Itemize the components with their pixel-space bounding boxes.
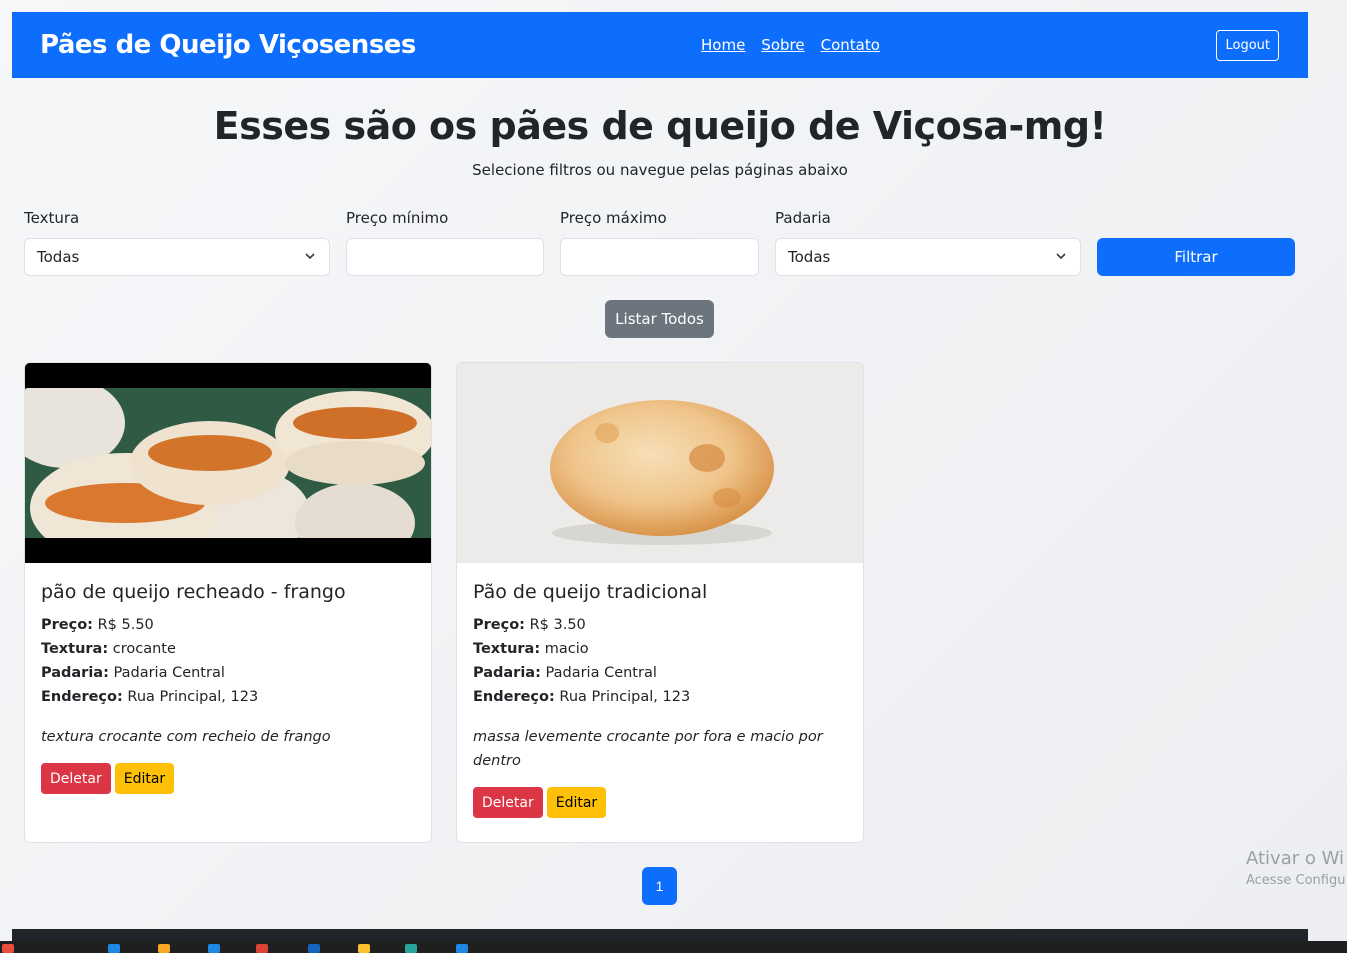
product-image bbox=[457, 363, 863, 563]
product-card: Pão de queijo tradicional Preço: R$ 3.50… bbox=[456, 362, 864, 843]
edit-button[interactable]: Editar bbox=[114, 763, 175, 794]
taskbar-app-icon[interactable] bbox=[358, 944, 370, 953]
nav-link-contato[interactable]: Contato bbox=[821, 36, 880, 54]
nav-link-sobre[interactable]: Sobre bbox=[761, 36, 804, 54]
nav-link-home[interactable]: Home bbox=[701, 36, 745, 54]
taskbar-app-icon[interactable] bbox=[108, 944, 120, 953]
bakery-select[interactable]: Todas bbox=[775, 238, 1081, 276]
product-price: R$ 5.50 bbox=[97, 617, 154, 633]
product-price: R$ 3.50 bbox=[529, 617, 586, 633]
pagination-page-1[interactable]: 1 bbox=[642, 867, 677, 905]
address-label: Endereço: bbox=[41, 689, 123, 705]
bakery-select-value: Todas bbox=[788, 248, 831, 266]
product-texture: crocante bbox=[112, 641, 176, 657]
vscode-icon[interactable] bbox=[308, 944, 320, 953]
product-card: pão de queijo recheado - frango Preço: R… bbox=[24, 362, 432, 843]
nav-links: Home Sobre Contato bbox=[701, 12, 880, 78]
product-title: Pão de queijo tradicional bbox=[473, 581, 708, 603]
product-image bbox=[25, 363, 431, 563]
max-price-input[interactable] bbox=[560, 238, 759, 276]
os-taskbar bbox=[0, 941, 1347, 953]
texture-label: Textura: bbox=[473, 641, 541, 657]
list-all-button[interactable]: Listar Todos bbox=[605, 300, 714, 338]
min-price-input[interactable] bbox=[346, 238, 544, 276]
price-label: Preço: bbox=[473, 617, 525, 633]
bakery-label: Padaria: bbox=[473, 665, 541, 681]
product-description: textura crocante com recheio de frango bbox=[41, 729, 331, 745]
address-label: Endereço: bbox=[473, 689, 555, 705]
product-bakery: Padaria Central bbox=[113, 665, 225, 681]
page-footer bbox=[12, 929, 1308, 941]
bakery-label: Padaria: bbox=[41, 665, 109, 681]
watermark-line2: Acesse Configu bbox=[1246, 873, 1346, 888]
taskbar-app-icon[interactable] bbox=[456, 944, 468, 953]
chevron-down-icon bbox=[305, 253, 315, 260]
edit-button[interactable]: Editar bbox=[546, 787, 607, 818]
product-texture: macio bbox=[544, 641, 589, 657]
delete-button[interactable]: Deletar bbox=[41, 763, 111, 794]
texture-label: Textura: bbox=[41, 641, 109, 657]
max-price-label: Preço máximo bbox=[560, 209, 667, 227]
navbar: Pães de Queijo Viçosenses Home Sobre Con… bbox=[12, 12, 1308, 78]
product-address: Rua Principal, 123 bbox=[559, 689, 691, 705]
delete-button[interactable]: Deletar bbox=[473, 787, 543, 818]
logout-button[interactable]: Logout bbox=[1216, 30, 1279, 61]
product-title: pão de queijo recheado - frango bbox=[41, 581, 346, 603]
folder-icon[interactable] bbox=[158, 944, 170, 953]
product-bakery: Padaria Central bbox=[545, 665, 657, 681]
texture-select[interactable]: Todas bbox=[24, 238, 330, 276]
page-subtitle: Selecione filtros ou navegue pelas págin… bbox=[472, 161, 848, 179]
price-label: Preço: bbox=[41, 617, 93, 633]
taskbar-app-icon[interactable] bbox=[405, 944, 417, 953]
min-price-label: Preço mínimo bbox=[346, 209, 449, 227]
start-icon[interactable] bbox=[2, 944, 14, 953]
page-title: Esses são os pães de queijo de Viçosa-mg… bbox=[213, 104, 1107, 148]
chevron-down-icon bbox=[1056, 253, 1066, 260]
filter-button[interactable]: Filtrar bbox=[1097, 238, 1295, 276]
activation-watermark: Ativar o Wi Acesse Configu bbox=[1246, 848, 1345, 888]
product-address: Rua Principal, 123 bbox=[127, 689, 259, 705]
browser-icon[interactable] bbox=[256, 944, 268, 953]
brand-title[interactable]: Pães de Queijo Viçosenses bbox=[40, 30, 416, 60]
watermark-line1: Ativar o Wi bbox=[1246, 848, 1344, 869]
texture-filter-label: Textura bbox=[24, 209, 80, 227]
texture-select-value: Todas bbox=[37, 248, 80, 266]
product-description: massa levemente crocante por fora e maci… bbox=[473, 729, 823, 769]
bakery-filter-label: Padaria bbox=[775, 209, 831, 227]
taskbar-app-icon[interactable] bbox=[208, 944, 220, 953]
